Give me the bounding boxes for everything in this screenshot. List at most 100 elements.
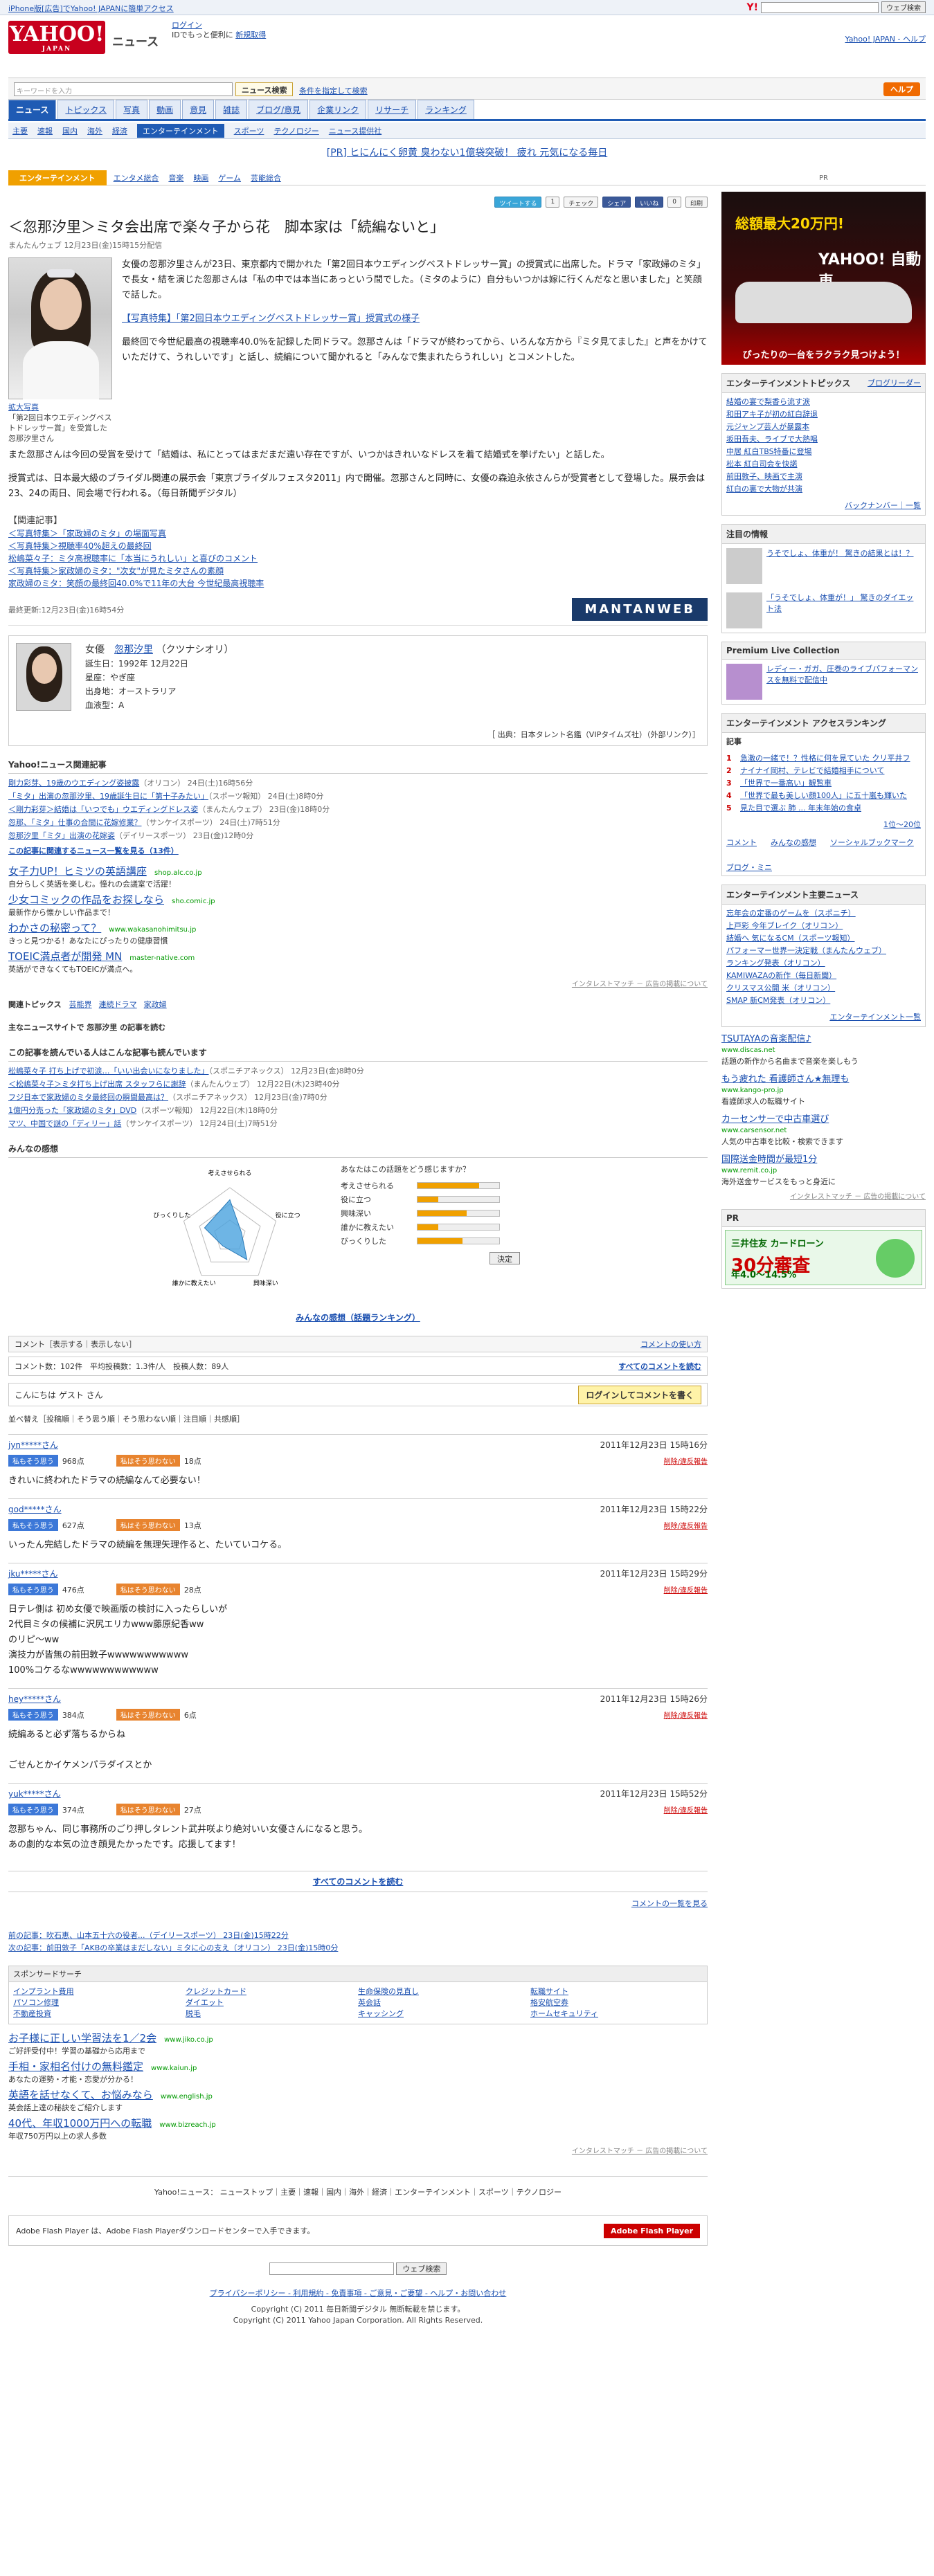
subnav-item[interactable]: 国内 (62, 125, 78, 136)
nav-tab[interactable]: ニュース (8, 100, 57, 119)
report-link[interactable]: 削除/違反報告 (664, 1455, 708, 1466)
comment-user[interactable]: hey*****さん (8, 1693, 61, 1705)
news-search-button[interactable]: ニュース検索 (235, 82, 294, 96)
share-button[interactable]: シェア (602, 197, 631, 208)
comment-sort[interactable]: 並べ替え［投稿順｜そう思う順｜そう思わない順｜注目順｜共感順］ (8, 1413, 708, 1424)
enlarge-photo-link[interactable]: 拡大写真 (8, 402, 112, 412)
ad-note-1[interactable]: インタレストマッチ － 広告の掲載について (8, 978, 708, 988)
masthead-links[interactable]: Yahoo! JAPAN - ヘルプ (845, 33, 926, 44)
topic-link[interactable]: 家政婦 (144, 1000, 167, 1009)
report-link[interactable]: 削除/違反報告 (664, 1520, 708, 1530)
advanced-search-link[interactable]: 条件を指定して検索 (299, 85, 368, 96)
subnav-item[interactable]: 主要 (12, 125, 28, 136)
ranking-tab[interactable]: ソーシャルブックマーク (830, 837, 914, 848)
comment-user[interactable]: jyn*****さん (8, 1439, 58, 1451)
sponsor-link[interactable]: 転職サイト (530, 1986, 703, 1997)
top-search-button[interactable]: ウェブ検索 (881, 1, 926, 13)
nav-tab[interactable]: ブログ/意見 (249, 100, 309, 119)
report-link[interactable]: 削除/違反報告 (664, 1584, 708, 1595)
agree-button[interactable]: 私もそう思う (8, 1584, 58, 1595)
vote-bar[interactable] (417, 1196, 500, 1203)
category-label[interactable]: エンターテインメント (8, 170, 107, 185)
topic-link[interactable]: 連続ドラマ (99, 1000, 137, 1009)
comment-list-link[interactable]: コメントの一覧を見る (8, 1898, 708, 1909)
read-all-comments-top[interactable]: すべてのコメントを読む (618, 1361, 701, 1372)
ad-note-2[interactable]: インタレストマッチ － 広告の掲載について (8, 2145, 708, 2155)
footer-nav[interactable]: Yahoo!ニュース： ニューストップ｜主要｜速報｜国内｜海外｜経済｜エンターテ… (8, 2176, 708, 2197)
category-item[interactable]: エンタメ総合 (114, 172, 159, 183)
nav-tab[interactable]: 意見 (182, 100, 215, 119)
category-item[interactable]: ゲーム (218, 172, 241, 183)
vote-bar[interactable] (417, 1210, 500, 1217)
sponsor-link[interactable]: 脱毛 (186, 2008, 358, 2020)
subnav-item[interactable]: 海外 (87, 125, 102, 136)
mantanweb-logo[interactable]: MANTANWEB (572, 598, 708, 621)
vote-submit-button[interactable]: 決定 (490, 1252, 520, 1264)
ranking-tab[interactable]: コメント (726, 837, 757, 848)
sponsor-link[interactable]: クレジットカード (186, 1986, 358, 1997)
related-link[interactable]: ＜写真特集＞視聴率40%超えの最終回 (8, 540, 708, 552)
subnav-item[interactable]: 速報 (37, 125, 53, 136)
tweet-button[interactable]: ツイートする (494, 197, 542, 208)
top-search-input[interactable] (761, 1, 879, 13)
disagree-button[interactable]: 私はそう思わない (116, 1709, 180, 1721)
iphone-link[interactable]: iPhone版[広告]でYahoo! JAPANに簡単アクセス (8, 4, 174, 13)
reactions-ranking-link[interactable]: みんなの感想（話題ランキング） (8, 1312, 708, 1323)
subnav-item[interactable]: スポーツ (234, 125, 264, 136)
profile-photo[interactable] (16, 643, 71, 711)
related-link[interactable]: ＜写真特集＞「家政婦のミタ」の場面写真 (8, 527, 708, 540)
report-link[interactable]: 削除/違反報告 (664, 1709, 708, 1720)
nav-tab[interactable]: 雑誌 (215, 100, 248, 119)
vote-bar[interactable] (417, 1224, 500, 1231)
login-to-comment-button[interactable]: ログインしてコメントを書く (578, 1385, 701, 1404)
disagree-button[interactable]: 私はそう思わない (116, 1455, 180, 1467)
photo-feature-link[interactable]: 【写真特集】「第2回日本ウエディングベストドレッサー賞」授賞式の様子 (122, 314, 420, 324)
category-item[interactable]: 芸能総合 (251, 172, 281, 183)
category-item[interactable]: 映画 (193, 172, 208, 183)
disagree-button[interactable]: 私はそう思わない (116, 1519, 180, 1531)
car-ad-banner[interactable]: 総額最大20万円! YAHOO! 自動車 ぴったりの一台をラクラク見つけよう！ (721, 192, 926, 365)
related-link[interactable]: ＜写真特集＞家政婦のミタ："次女"が見たミタさんの素顔 (8, 565, 708, 577)
comment-user[interactable]: jku*****さん (8, 1568, 58, 1579)
sponsor-link[interactable]: 生命保険の見直し (358, 1986, 530, 1997)
sponsor-link[interactable]: ホームセキュリティ (530, 2008, 703, 2020)
ranking-tab[interactable]: みんなの感想 (771, 837, 816, 848)
photo-image[interactable] (8, 257, 112, 399)
nav-tab[interactable]: 企業リンク (309, 100, 367, 119)
like-button[interactable]: いいね (635, 197, 664, 208)
sponsor-link[interactable]: インプラント費用 (13, 1986, 186, 1997)
nav-tab[interactable]: リサーチ (368, 100, 417, 119)
nav-tab[interactable]: ランキング (417, 100, 474, 119)
yahoo-logo[interactable]: YAHOO! JAPAN (8, 21, 105, 54)
disagree-button[interactable]: 私はそう思わない (116, 1584, 180, 1595)
agree-button[interactable]: 私もそう思う (8, 1804, 58, 1815)
footer-links[interactable]: プライバシーポリシー - 利用規約 - 免責事項 - ご意見・ご要望 - ヘルプ… (8, 2287, 708, 2298)
agree-button[interactable]: 私もそう思う (8, 1455, 58, 1467)
topic-link[interactable]: 芸能界 (69, 1000, 92, 1009)
sponsor-link[interactable]: 格安航空券 (530, 1997, 703, 2008)
sponsor-link[interactable]: ダイエット (186, 1997, 358, 2008)
related-link[interactable]: 家政婦のミタ：笑顔の最終回40.0%で11年の大台 今世紀最高視聴率 (8, 577, 708, 590)
sponsor-link[interactable]: キャッシング (358, 2008, 530, 2020)
nav-tab[interactable]: トピックス (57, 100, 115, 119)
subnav-item[interactable]: エンターテインメント (137, 123, 224, 138)
next-article-link[interactable]: 次の記事：前田敦子「AKBの卒業はまだしない」ミタに心の支え（オリコン） 23日… (8, 1942, 708, 1954)
sponsor-link[interactable]: パソコン修理 (13, 1997, 186, 2008)
comment-user[interactable]: yuk*****さん (8, 1788, 61, 1799)
disagree-button[interactable]: 私はそう思わない (116, 1804, 180, 1815)
flash-download-button[interactable]: Adobe Flash Player (604, 2223, 700, 2238)
nav-tab[interactable]: 動画 (149, 100, 181, 119)
related-link[interactable]: 松嶋菜々子：ミタ高視聴率に「本当にうれしい」と喜びのコメント (8, 552, 708, 565)
report-link[interactable]: 削除/違反報告 (664, 1804, 708, 1815)
agree-button[interactable]: 私もそう思う (8, 1519, 58, 1531)
check-button[interactable]: チェック (564, 197, 599, 208)
nav-tab[interactable]: 写真 (116, 100, 148, 119)
agree-button[interactable]: 私もそう思う (8, 1709, 58, 1721)
prev-article-link[interactable]: 前の記事：吹石恵、山本五十六の役者...（デイリースポーツ） 23日(金)15時… (8, 1930, 708, 1942)
signup-link[interactable]: 新規取得 (235, 30, 266, 39)
news-search-input[interactable]: キーワードを入力 (14, 82, 233, 96)
related-more-link[interactable]: この記事に関連するニュース一覧を見る（13件） (8, 845, 708, 856)
vote-bar[interactable] (417, 1237, 500, 1244)
read-all-comments[interactable]: すべてのコメントを読む (8, 1871, 708, 1892)
sponsor-link[interactable]: 不動産投資 (13, 2008, 186, 2020)
